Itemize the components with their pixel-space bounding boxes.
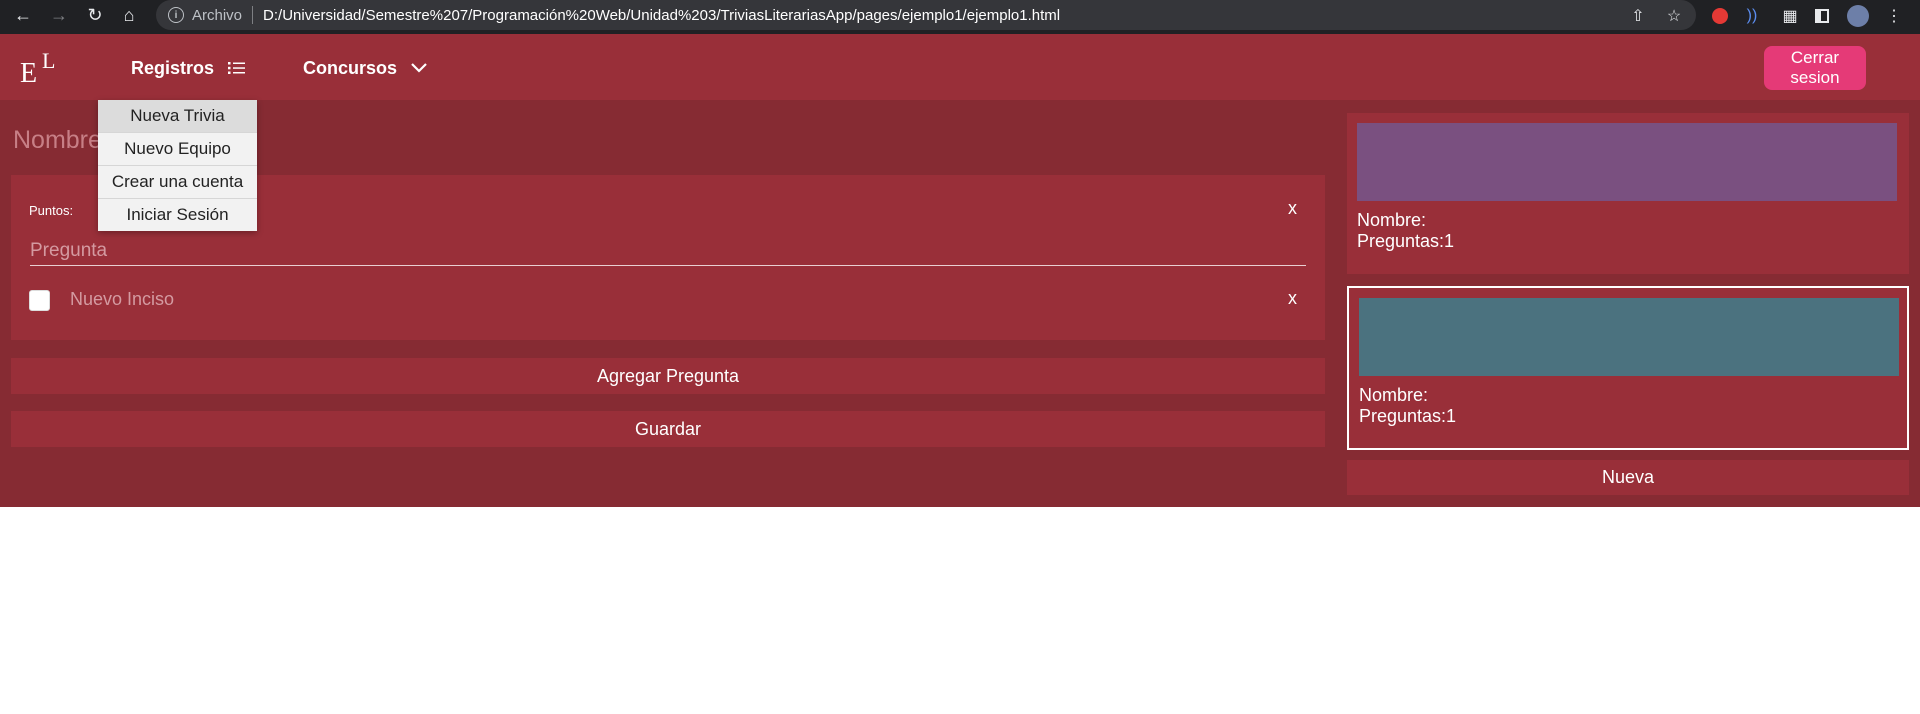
address-divider (252, 6, 254, 24)
nav-registros-label: Registros (131, 57, 215, 78)
question-input[interactable]: Pregunta (30, 240, 1306, 266)
home-icon[interactable]: ⌂ (114, 0, 144, 30)
new-trivia-button[interactable]: Nueva (1347, 460, 1909, 495)
share-icon[interactable]: ⇧ (1626, 4, 1650, 28)
trivia-name-label: Nombre: (1357, 210, 1427, 230)
logo-letter-e: E (20, 58, 38, 89)
trivia-card[interactable]: Nombre: Preguntas:1 (1347, 113, 1909, 274)
trivia-color-swatch (1357, 123, 1897, 201)
add-question-button[interactable]: Agregar Pregunta (11, 358, 1325, 394)
logo-letter-l: L (42, 48, 56, 73)
option-checkbox[interactable] (29, 290, 50, 311)
info-icon[interactable]: i (168, 7, 184, 23)
reload-icon[interactable]: ↻ (80, 0, 110, 30)
profile-avatar[interactable] (1846, 4, 1870, 28)
extensions-puzzle-icon[interactable]: ▦ (1778, 4, 1802, 28)
trivia-card-selected[interactable]: Nombre: Preguntas:1 (1347, 286, 1909, 450)
trivia-questions-count: Preguntas:1 (1359, 406, 1457, 426)
address-url[interactable]: D:/Universidad/Semestre%207/Programación… (263, 7, 1060, 24)
menu-item-crear-cuenta[interactable]: Crear una cuenta (98, 166, 257, 199)
points-label: Puntos: (29, 203, 74, 218)
save-button[interactable]: Guardar (11, 411, 1325, 447)
nav-concursos-label: Concursos (303, 57, 398, 78)
logout-button[interactable]: Cerrar sesion (1764, 46, 1866, 90)
menu-item-nueva-trivia[interactable]: Nueva Trivia (98, 100, 257, 133)
nav-registros[interactable]: Registros (131, 56, 246, 80)
list-icon (228, 62, 246, 74)
extension-wave-icon[interactable]: )) (1740, 4, 1764, 28)
app-logo[interactable]: E L (20, 48, 64, 89)
option-input[interactable]: Nuevo Inciso (70, 289, 174, 310)
address-scheme-label: Archivo (192, 6, 243, 24)
menu-item-nuevo-equipo[interactable]: Nuevo Equipo (98, 133, 257, 166)
chevron-down-icon (411, 63, 427, 73)
browser-toolbar: ← → ↻ ⌂ i Archivo D:/Universidad/Semestr… (0, 0, 1920, 34)
trivia-name-label: Nombre: (1359, 385, 1429, 405)
browser-menu-icon[interactable]: ⋮ (1882, 4, 1906, 28)
back-arrow-icon[interactable]: ← (8, 0, 38, 30)
trivia-color-swatch (1359, 298, 1899, 376)
bookmark-star-icon[interactable]: ☆ (1662, 4, 1686, 28)
extension-red-icon[interactable] (1708, 4, 1732, 28)
remove-question-button[interactable]: x (1288, 198, 1297, 219)
remove-option-button[interactable]: x (1288, 288, 1297, 309)
menu-item-iniciar-sesion[interactable]: Iniciar Sesión (98, 199, 257, 231)
side-panel-icon[interactable] (1810, 4, 1834, 28)
trivia-name-input[interactable]: Nombre (13, 126, 102, 155)
address-bar[interactable]: i Archivo D:/Universidad/Semestre%207/Pr… (156, 0, 1696, 30)
trivia-questions-count: Preguntas:1 (1357, 231, 1455, 251)
navbar (0, 34, 1920, 100)
forward-arrow-icon[interactable]: → (44, 0, 74, 30)
registros-dropdown-menu: Nueva Trivia Nuevo Equipo Crear una cuen… (98, 100, 257, 231)
nav-concursos[interactable]: Concursos (303, 56, 427, 80)
